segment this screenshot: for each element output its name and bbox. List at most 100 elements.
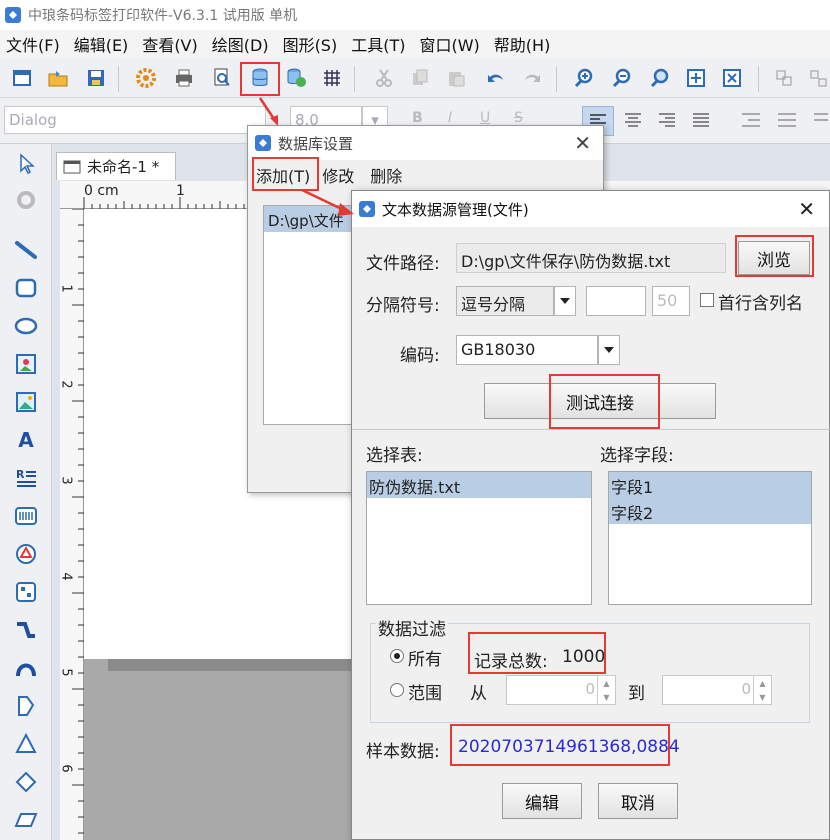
align-right-icon[interactable]: [654, 106, 680, 138]
encoding-dropdown-icon[interactable]: [598, 335, 620, 365]
ellipse-tool-icon[interactable]: [10, 310, 42, 342]
separator-dropdown-icon[interactable]: [554, 286, 576, 316]
vruler-label-6: 6: [58, 764, 74, 773]
browse-button[interactable]: 浏览: [738, 241, 810, 275]
triangle-tool-icon[interactable]: [10, 728, 42, 760]
db-edit-menu[interactable]: 修改: [322, 163, 354, 187]
copy-icon[interactable]: [408, 66, 432, 90]
database-link-icon[interactable]: [284, 66, 308, 90]
range-from-down-icon[interactable]: ▼: [597, 690, 615, 704]
actual-size-icon[interactable]: [720, 66, 744, 90]
seal-tool-icon[interactable]: [10, 538, 42, 570]
record-count-label: 记录总数:: [474, 652, 548, 672]
field-list-item[interactable]: 字段2: [609, 498, 811, 524]
arc-tool-icon[interactable]: [10, 652, 42, 684]
italic-icon[interactable]: I: [448, 110, 452, 126]
filter-all-label: 所有: [408, 650, 442, 670]
field-list-item[interactable]: 字段1: [609, 472, 811, 498]
zoom-icon[interactable]: [648, 66, 672, 90]
paste-icon[interactable]: [444, 66, 468, 90]
parallelogram-tool-icon[interactable]: [10, 804, 42, 836]
txt-dialog-close-icon[interactable]: ✕: [798, 197, 815, 221]
range-to-label: 到: [628, 684, 645, 704]
diamond-tool-icon[interactable]: [10, 766, 42, 798]
menu-window[interactable]: 窗口(W): [419, 32, 479, 56]
field-list[interactable]: 字段1 字段2: [608, 471, 812, 605]
print-icon[interactable]: [172, 66, 196, 90]
group-icon[interactable]: [772, 66, 796, 90]
text-datasource-dialog: 文本数据源管理(文件) ✕ 文件路径: D:\gp\文件保存\防伪数据.txt …: [351, 190, 830, 840]
rich-text-tool-icon[interactable]: R: [10, 462, 42, 494]
qrcode-tool-icon[interactable]: [10, 576, 42, 608]
new-icon[interactable]: [10, 66, 34, 90]
separator-count-input[interactable]: 50: [652, 286, 690, 316]
first-row-header-checkbox[interactable]: [700, 293, 714, 307]
file-path-input[interactable]: D:\gp\文件保存\防伪数据.txt: [456, 243, 726, 273]
rectangle-tool-icon[interactable]: [10, 272, 42, 304]
grid-icon[interactable]: [320, 66, 344, 90]
first-row-header-label: 首行含列名: [718, 294, 803, 314]
underline-icon[interactable]: U: [480, 110, 490, 126]
zoom-in-icon[interactable]: [572, 66, 596, 90]
menu-tools[interactable]: 工具(T): [351, 32, 405, 56]
document-tab[interactable]: 未命名-1 *: [56, 152, 176, 180]
table-list-item[interactable]: 防伪数据.txt: [367, 472, 591, 498]
indent-icon[interactable]: [738, 106, 764, 138]
line-spacing-icon[interactable]: [774, 106, 800, 138]
filter-all-radio[interactable]: [390, 649, 404, 663]
cancel-button[interactable]: 取消: [598, 783, 678, 819]
filter-range-radio[interactable]: [390, 683, 404, 697]
txt-dialog-titlebar: 文本数据源管理(文件) ✕: [352, 191, 829, 227]
menu-file[interactable]: 文件(F): [6, 32, 60, 56]
custom-separator-input[interactable]: [586, 286, 646, 316]
range-to-down-icon[interactable]: ▼: [753, 690, 771, 704]
bold-icon[interactable]: B: [412, 110, 423, 126]
polygon-tool-icon[interactable]: [10, 690, 42, 722]
font-family-select[interactable]: Dialog: [4, 106, 266, 134]
menu-edit[interactable]: 编辑(E): [74, 32, 129, 56]
justify-icon[interactable]: [688, 106, 714, 138]
image-tool-icon[interactable]: [10, 348, 42, 380]
db-delete-menu[interactable]: 删除: [370, 163, 402, 187]
database-icon[interactable]: [248, 66, 272, 90]
select-field-label: 选择字段:: [600, 446, 674, 466]
open-icon[interactable]: [46, 66, 70, 90]
range-from-up-icon[interactable]: ▲: [597, 676, 615, 690]
picture-tool-icon[interactable]: [10, 386, 42, 418]
cut-icon[interactable]: [372, 66, 396, 90]
menu-shape[interactable]: 图形(S): [283, 32, 338, 56]
tool-palette: A R: [0, 144, 52, 840]
strikethrough-icon[interactable]: S: [514, 110, 523, 126]
print-preview-icon[interactable]: [210, 66, 234, 90]
edit-button[interactable]: 编辑: [502, 783, 582, 819]
undo-icon[interactable]: [484, 66, 508, 90]
encoding-select[interactable]: GB18030: [456, 335, 598, 365]
table-list[interactable]: 防伪数据.txt: [366, 471, 592, 605]
db-dialog-close-icon[interactable]: ✕: [574, 131, 591, 155]
text-tool-icon[interactable]: A: [10, 424, 42, 456]
range-to-spinner[interactable]: 0 ▲ ▼: [662, 675, 772, 705]
range-to-up-icon[interactable]: ▲: [753, 676, 771, 690]
align-center-icon[interactable]: [620, 106, 646, 138]
db-dialog-titlebar: 数据库设置 ✕: [248, 126, 603, 160]
barcode-tool-icon[interactable]: [10, 500, 42, 532]
db-add-menu[interactable]: 添加(T): [256, 163, 310, 187]
ungroup-icon[interactable]: [806, 66, 830, 90]
record-count-value: 1000: [562, 647, 606, 667]
line-tool-icon[interactable]: [10, 234, 42, 266]
separator-select[interactable]: 逗号分隔: [456, 286, 554, 316]
menu-draw[interactable]: 绘图(D): [212, 32, 269, 56]
settings-icon[interactable]: [134, 66, 158, 90]
rotate-icon[interactable]: [10, 184, 42, 216]
menu-help[interactable]: 帮助(H): [494, 32, 551, 56]
save-icon[interactable]: [84, 66, 108, 90]
zoom-out-icon[interactable]: [610, 66, 634, 90]
fit-page-icon[interactable]: [684, 66, 708, 90]
select-pointer-icon[interactable]: [10, 148, 42, 180]
redo-icon[interactable]: [520, 66, 544, 90]
menu-view[interactable]: 查看(V): [142, 32, 197, 56]
range-from-spinner[interactable]: 0 ▲ ▼: [506, 675, 616, 705]
polyline-tool-icon[interactable]: [10, 614, 42, 646]
test-connection-button[interactable]: 测试连接: [484, 383, 716, 419]
char-spacing-icon[interactable]: [810, 106, 830, 138]
